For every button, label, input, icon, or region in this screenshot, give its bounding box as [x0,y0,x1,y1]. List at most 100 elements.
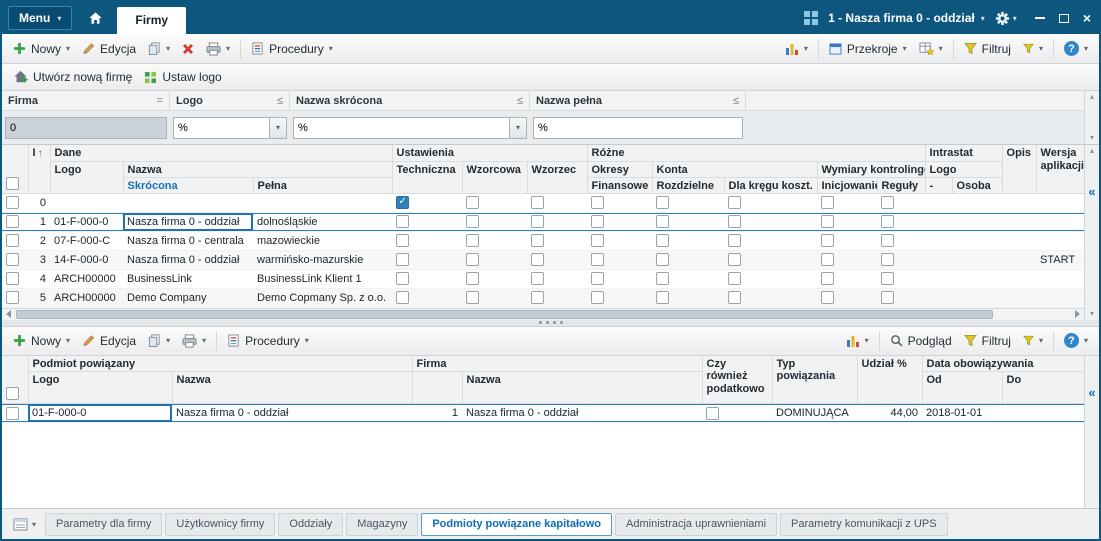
company-row[interactable]: 2 07-F-000-C Nasza firma 0 - centrala ma… [2,231,1088,251]
col-header-od[interactable]: Od [922,371,1003,404]
scroll-right-button[interactable] [1071,309,1084,320]
col-header-podmiot-nazwa[interactable]: Nazwa [172,371,413,404]
dla-kregu-checkbox[interactable] [728,253,741,266]
col-header-i[interactable]: I ↑ [28,145,51,194]
row-checkbox[interactable] [6,272,19,285]
firma-filter-input[interactable] [5,116,167,139]
filter-options-button[interactable]: ▾ [1017,41,1049,56]
col-header-inicjowanie[interactable]: Inicjowanie [817,177,878,194]
col-header-wersja-aplikacji[interactable]: Wersja aplikacji [1036,145,1088,194]
col-header-pelna[interactable]: Pełna [253,177,393,194]
company-row[interactable]: 0 [2,193,1088,213]
print-button[interactable]: ▾ [200,40,236,58]
panel-selector-button[interactable]: ▾ [7,518,42,531]
col-header-intrastat-dash[interactable]: - [925,177,953,194]
rozdzielne-checkbox[interactable] [656,234,669,247]
finansowe-checkbox[interactable] [591,253,604,266]
company-selector[interactable]: 1 - Nasza firma 0 - oddział ▾ [828,11,985,25]
related-copy-button[interactable]: ▾ [142,332,176,349]
menu-button[interactable]: Menu ▾ [8,6,73,30]
inicjowanie-checkbox[interactable] [821,234,834,247]
wzorzec-checkbox[interactable] [531,272,544,285]
related-row[interactable]: 01-F-000-0 Nasza firma 0 - oddział 1 Nas… [2,403,1088,423]
select-all-checkbox[interactable] [6,176,19,190]
logo-filter-combo[interactable]: ▾ [173,116,287,139]
related-new-button[interactable]: Nowy ▾ [7,332,76,350]
home-button[interactable] [80,11,111,25]
tab-podmioty-powiazane-kapitalowo[interactable]: Podmioty powiązane kapitałowo [421,512,613,536]
reguly-checkbox[interactable] [881,215,894,228]
tab-oddzialy[interactable]: Oddziały [278,512,344,536]
col-header-firma-nr[interactable] [412,371,463,404]
col-header-podmiot-logo[interactable]: Logo [28,371,173,404]
related-edit-button[interactable]: Edycja [76,332,142,350]
horizontal-scrollbar[interactable] [2,307,1084,320]
related-chart-button[interactable]: ▾ [840,332,875,349]
tab-magazyny[interactable]: Magazyny [346,512,419,536]
col-header-opis[interactable]: Opis [1002,145,1037,194]
expand-panel-button[interactable]: « [1088,185,1095,198]
filter-col-nazwa-pelna[interactable]: Nazwa pełna ≤ [530,91,746,110]
company-row[interactable]: 5 ARCH00000 Demo Company Demo Copmany Sp… [2,288,1088,308]
wzorzec-checkbox[interactable] [531,291,544,304]
dla-kregu-checkbox[interactable] [728,196,741,209]
rozdzielne-checkbox[interactable] [656,196,669,209]
expand-panel-button[interactable]: « [1088,386,1095,399]
company-row[interactable]: 3 14-F-000-0 Nasza firma 0 - oddział war… [2,250,1088,270]
wzorzec-checkbox[interactable] [531,196,544,209]
nazwa-pelna-filter-input[interactable] [533,116,743,139]
filter-button[interactable]: Filtruj [958,40,1017,58]
col-header-czy-rowniez-podatkowo[interactable]: Czy również podatkowo [702,355,773,404]
copy-button[interactable]: ▾ [142,40,176,57]
col-header-udzial[interactable]: Udział % [857,355,923,404]
collapse-up-button[interactable]: ▴ [1090,93,1094,101]
table-special-button[interactable]: ▾ [913,40,949,58]
rozdzielne-checkbox[interactable] [656,272,669,285]
col-header-do[interactable]: Do [1002,371,1088,404]
filter-col-logo[interactable]: Logo ≤ [170,91,290,110]
finansowe-checkbox[interactable] [591,196,604,209]
select-all-checkbox[interactable] [6,387,19,400]
wzorcowa-checkbox[interactable] [466,234,479,247]
row-checkbox[interactable] [6,406,19,420]
rozdzielne-checkbox[interactable] [656,253,669,266]
row-checkbox[interactable] [6,291,19,304]
procedures-button[interactable]: Procedury ▾ [245,40,339,58]
wzorzec-checkbox[interactable] [531,215,544,228]
related-filter-options-button[interactable]: ▾ [1017,333,1049,348]
col-header-finansowe[interactable]: Finansowe [587,177,653,194]
przekroje-button[interactable]: Przekroje ▾ [823,40,913,58]
row-checkbox[interactable] [6,253,19,266]
create-company-button[interactable]: Utwórz nową firmę [7,68,138,86]
techniczna-checkbox[interactable] [396,196,409,209]
chart-button[interactable]: ▾ [779,40,814,57]
set-logo-button[interactable]: Ustaw logo [138,68,227,86]
techniczna-checkbox[interactable] [396,272,409,285]
nazwa-skrocona-filter-combo[interactable]: ▾ [293,116,527,139]
combo-dropdown-button[interactable]: ▾ [509,117,526,138]
inicjowanie-checkbox[interactable] [821,272,834,285]
preview-button[interactable]: Podgląd [884,332,958,350]
inicjowanie-checkbox[interactable] [821,291,834,304]
techniczna-checkbox[interactable] [396,253,409,266]
maximize-button[interactable] [1058,13,1069,23]
scroll-left-button[interactable] [2,309,15,320]
tab-parametry-komunikacji-ups[interactable]: Parametry komunikacji z UPS [780,512,948,536]
row-checkbox[interactable] [6,234,19,247]
new-button[interactable]: Nowy ▾ [7,40,76,58]
filter-col-firma[interactable]: Firma = [2,91,170,110]
col-header-dla-kregu[interactable]: Dla kręgu koszt. [724,177,818,194]
company-row[interactable]: 4 ARCH00000 BusinessLink BusinessLink Kl… [2,269,1088,289]
reguly-checkbox[interactable] [881,253,894,266]
logo-filter-input[interactable] [174,117,269,138]
related-procedures-button[interactable]: Procedury ▾ [221,332,315,350]
dla-kregu-checkbox[interactable] [728,272,741,285]
col-header-firma-nazwa[interactable]: Nazwa [462,371,703,404]
collapse-down-button[interactable]: ▾ [1090,134,1094,142]
dla-kregu-checkbox[interactable] [728,215,741,228]
wzorcowa-checkbox[interactable] [466,253,479,266]
col-header-osoba[interactable]: Osoba [952,177,1003,194]
scroll-up-button[interactable]: ▴ [1090,147,1094,155]
finansowe-checkbox[interactable] [591,272,604,285]
dla-kregu-checkbox[interactable] [728,234,741,247]
